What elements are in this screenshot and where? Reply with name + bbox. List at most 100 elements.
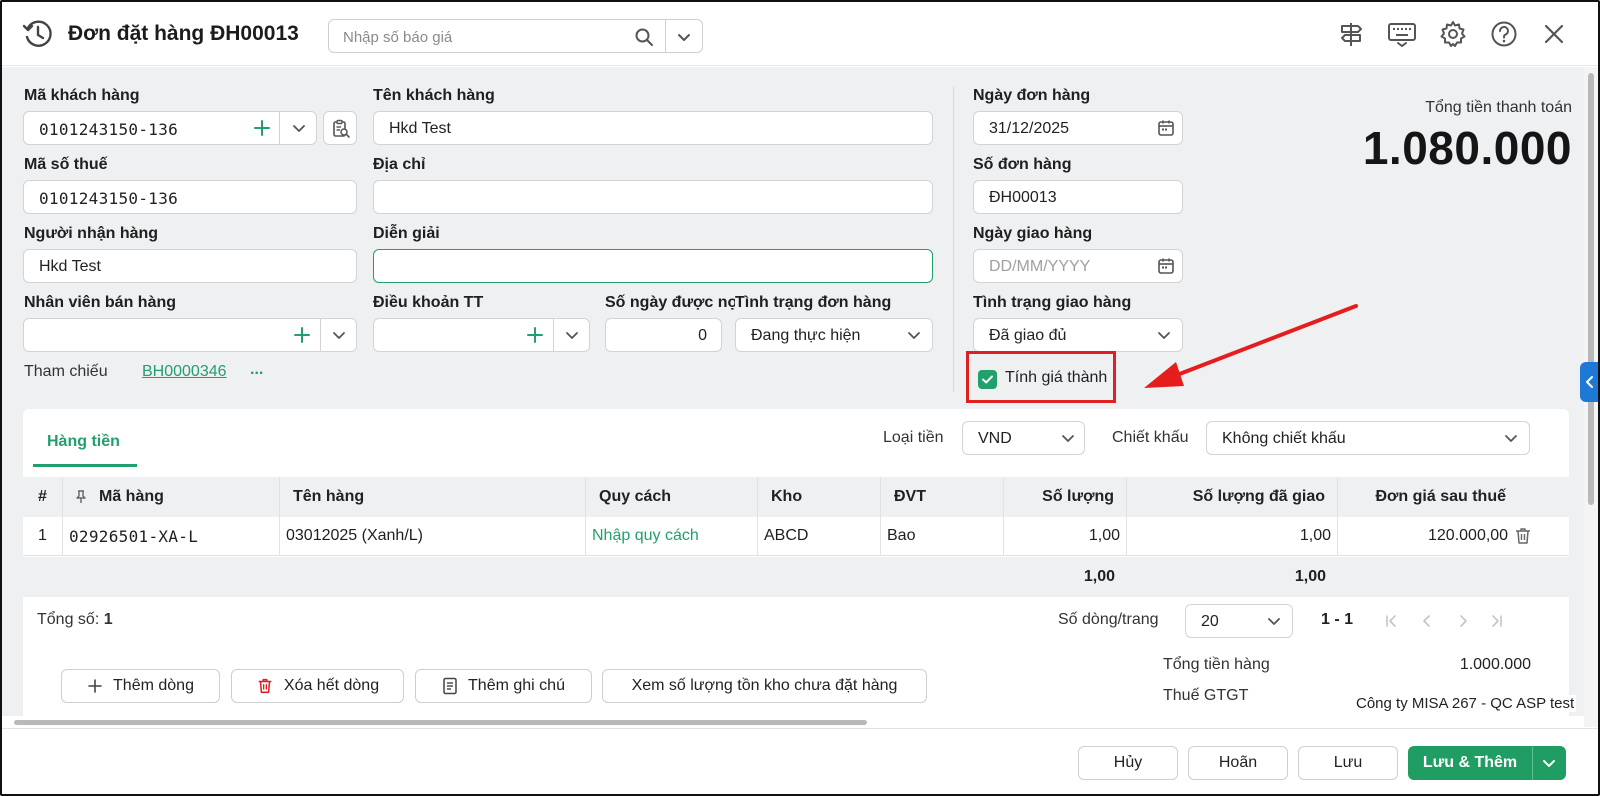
chevron-down-icon bbox=[1543, 760, 1555, 767]
customer-name-value: Hkd Test bbox=[389, 120, 451, 137]
last-page-icon[interactable] bbox=[1489, 613, 1505, 629]
debt-days-label: Số ngày được nợ bbox=[605, 294, 735, 311]
next-page-icon[interactable] bbox=[1455, 613, 1471, 629]
address-field[interactable] bbox=[373, 180, 933, 214]
row-delivered[interactable]: 1,00 bbox=[1127, 517, 1338, 555]
receiver-field[interactable]: Hkd Test bbox=[23, 249, 357, 283]
reference-more-button[interactable]: ... bbox=[250, 361, 263, 379]
search-icon[interactable] bbox=[634, 27, 654, 47]
calendar-icon[interactable] bbox=[1157, 119, 1175, 137]
row-spec-link[interactable]: Nhập quy cách bbox=[586, 517, 758, 555]
save-button[interactable]: Lưu bbox=[1298, 746, 1398, 780]
row-name[interactable]: 03012025 (Xanh/L) bbox=[280, 517, 586, 555]
chevron-down-icon[interactable] bbox=[675, 28, 693, 46]
customer-code-field[interactable]: 0101243150-136 bbox=[23, 111, 317, 145]
add-row-label: Thêm dòng bbox=[113, 677, 194, 694]
col-price: Đơn giá sau thuế bbox=[1375, 488, 1507, 505]
add-row-button[interactable]: Thêm dòng bbox=[61, 669, 220, 703]
debt-days-field[interactable]: 0 bbox=[605, 318, 722, 352]
row-code[interactable]: 02926501-XA-L bbox=[63, 517, 280, 555]
delivery-status-value: Đã giao đủ bbox=[989, 327, 1067, 344]
order-status-select[interactable]: Đang thực hiện bbox=[735, 318, 933, 352]
chevron-down-icon bbox=[1062, 435, 1074, 442]
first-page-icon[interactable] bbox=[1383, 613, 1399, 629]
reference-link[interactable]: BH0000346 bbox=[142, 363, 227, 381]
chevron-down-icon[interactable] bbox=[564, 327, 580, 343]
cancel-button[interactable]: Hủy bbox=[1078, 746, 1178, 780]
gear-icon[interactable] bbox=[1439, 20, 1467, 48]
rows-per-page-value: 20 bbox=[1201, 613, 1219, 630]
chevron-down-icon bbox=[1268, 618, 1280, 625]
currency-label: Loại tiền bbox=[883, 429, 944, 446]
tax-code-field[interactable]: 0101243150-136 bbox=[23, 180, 357, 214]
delete-all-rows-button[interactable]: Xóa hết dòng bbox=[231, 669, 404, 703]
keyboard-icon[interactable] bbox=[1387, 20, 1417, 48]
quote-search-input[interactable] bbox=[343, 26, 613, 48]
total-delivered: 1,00 bbox=[1294, 568, 1326, 585]
defer-button[interactable]: Hoãn bbox=[1188, 746, 1288, 780]
delete-all-rows-label: Xóa hết dòng bbox=[283, 677, 380, 694]
order-date-field[interactable]: 31/12/2025 bbox=[973, 111, 1183, 145]
side-panel-toggle[interactable] bbox=[1580, 362, 1598, 402]
check-icon bbox=[982, 375, 993, 384]
delivery-date-field[interactable]: DD/MM/YYYY bbox=[973, 249, 1183, 283]
trash-icon[interactable] bbox=[1513, 526, 1533, 546]
add-note-button[interactable]: Thêm ghi chú bbox=[415, 669, 592, 703]
prev-page-icon[interactable] bbox=[1419, 613, 1435, 629]
pin-icon[interactable] bbox=[73, 489, 89, 505]
currency-select[interactable]: VND bbox=[962, 421, 1085, 455]
help-icon[interactable] bbox=[1490, 20, 1518, 48]
delivery-date-label: Ngày giao hàng bbox=[973, 225, 1093, 242]
rows-per-page-select[interactable]: 20 bbox=[1185, 604, 1293, 638]
row-no: 1 bbox=[23, 517, 63, 555]
view-unordered-stock-button[interactable]: Xem số lượng tồn kho chưa đặt hàng bbox=[602, 669, 927, 703]
horizontal-scroll-thumb[interactable] bbox=[14, 720, 867, 725]
order-no-field[interactable]: ĐH00013 bbox=[973, 180, 1183, 214]
vertical-scroll-thumb[interactable] bbox=[1588, 73, 1594, 505]
description-label: Diễn giải bbox=[373, 225, 440, 242]
page-title: Đơn đặt hàng ĐH00013 bbox=[68, 22, 299, 45]
payment-terms-field[interactable] bbox=[373, 318, 590, 352]
customer-name-label: Tên khách hàng bbox=[373, 87, 495, 104]
chevron-down-icon[interactable] bbox=[331, 327, 347, 343]
plus-icon[interactable] bbox=[252, 118, 272, 138]
row-qty[interactable]: 1,00 bbox=[1004, 517, 1127, 555]
salesperson-field[interactable] bbox=[23, 318, 357, 352]
row-count-value: 1 bbox=[103, 611, 113, 628]
discount-label: Chiết khấu bbox=[1112, 429, 1189, 446]
annotation-arrow-icon bbox=[1144, 304, 1358, 388]
customer-lookup-button[interactable] bbox=[323, 111, 357, 145]
save-and-add-button[interactable]: Lưu & Thêm bbox=[1408, 746, 1532, 780]
plus-icon[interactable] bbox=[292, 325, 312, 345]
customer-code-value: 0101243150-136 bbox=[39, 120, 179, 139]
table-row[interactable]: 1 02926501-XA-L 03012025 (Xanh/L) Nhập q… bbox=[23, 517, 1569, 556]
cost-calc-checkbox[interactable] bbox=[978, 370, 997, 389]
close-icon[interactable] bbox=[1540, 20, 1568, 48]
page-range: 1 - 1 bbox=[1321, 611, 1354, 628]
delivery-status-label: Tình trạng giao hàng bbox=[973, 294, 1132, 311]
tab-label: Hàng tiền bbox=[47, 433, 120, 450]
chevron-down-icon bbox=[908, 332, 920, 339]
calendar-icon[interactable] bbox=[1157, 257, 1175, 275]
goods-total-label: Tổng tiền hàng bbox=[1163, 656, 1270, 673]
discount-select[interactable]: Không chiết khấu bbox=[1206, 421, 1530, 455]
reference-label: Tham chiếu bbox=[24, 363, 108, 380]
row-warehouse[interactable]: ABCD bbox=[758, 517, 881, 555]
row-unit[interactable]: Bao bbox=[881, 517, 1004, 555]
discount-value: Không chiết khấu bbox=[1222, 430, 1346, 447]
order-status-label: Tình trạng đơn hàng bbox=[735, 294, 892, 311]
customer-name-field[interactable]: Hkd Test bbox=[373, 111, 933, 145]
save-options-button[interactable] bbox=[1532, 746, 1566, 780]
row-price[interactable]: 120.000,00 bbox=[1338, 517, 1514, 555]
signpost-icon[interactable] bbox=[1337, 20, 1365, 48]
order-window: Đơn đặt hàng ĐH00013 Nhập số báo giá Mã … bbox=[0, 0, 1600, 796]
clipboard-search-icon bbox=[333, 119, 350, 138]
description-field[interactable] bbox=[373, 249, 933, 283]
col-spec: Quy cách bbox=[586, 477, 758, 517]
chevron-down-icon[interactable] bbox=[291, 120, 307, 136]
quote-search[interactable] bbox=[328, 19, 703, 53]
horizontal-scrollbar[interactable] bbox=[2, 716, 1584, 728]
order-date-label: Ngày đơn hàng bbox=[973, 87, 1091, 104]
plus-icon[interactable] bbox=[525, 325, 545, 345]
col-code[interactable]: Mã hàng bbox=[63, 477, 280, 517]
